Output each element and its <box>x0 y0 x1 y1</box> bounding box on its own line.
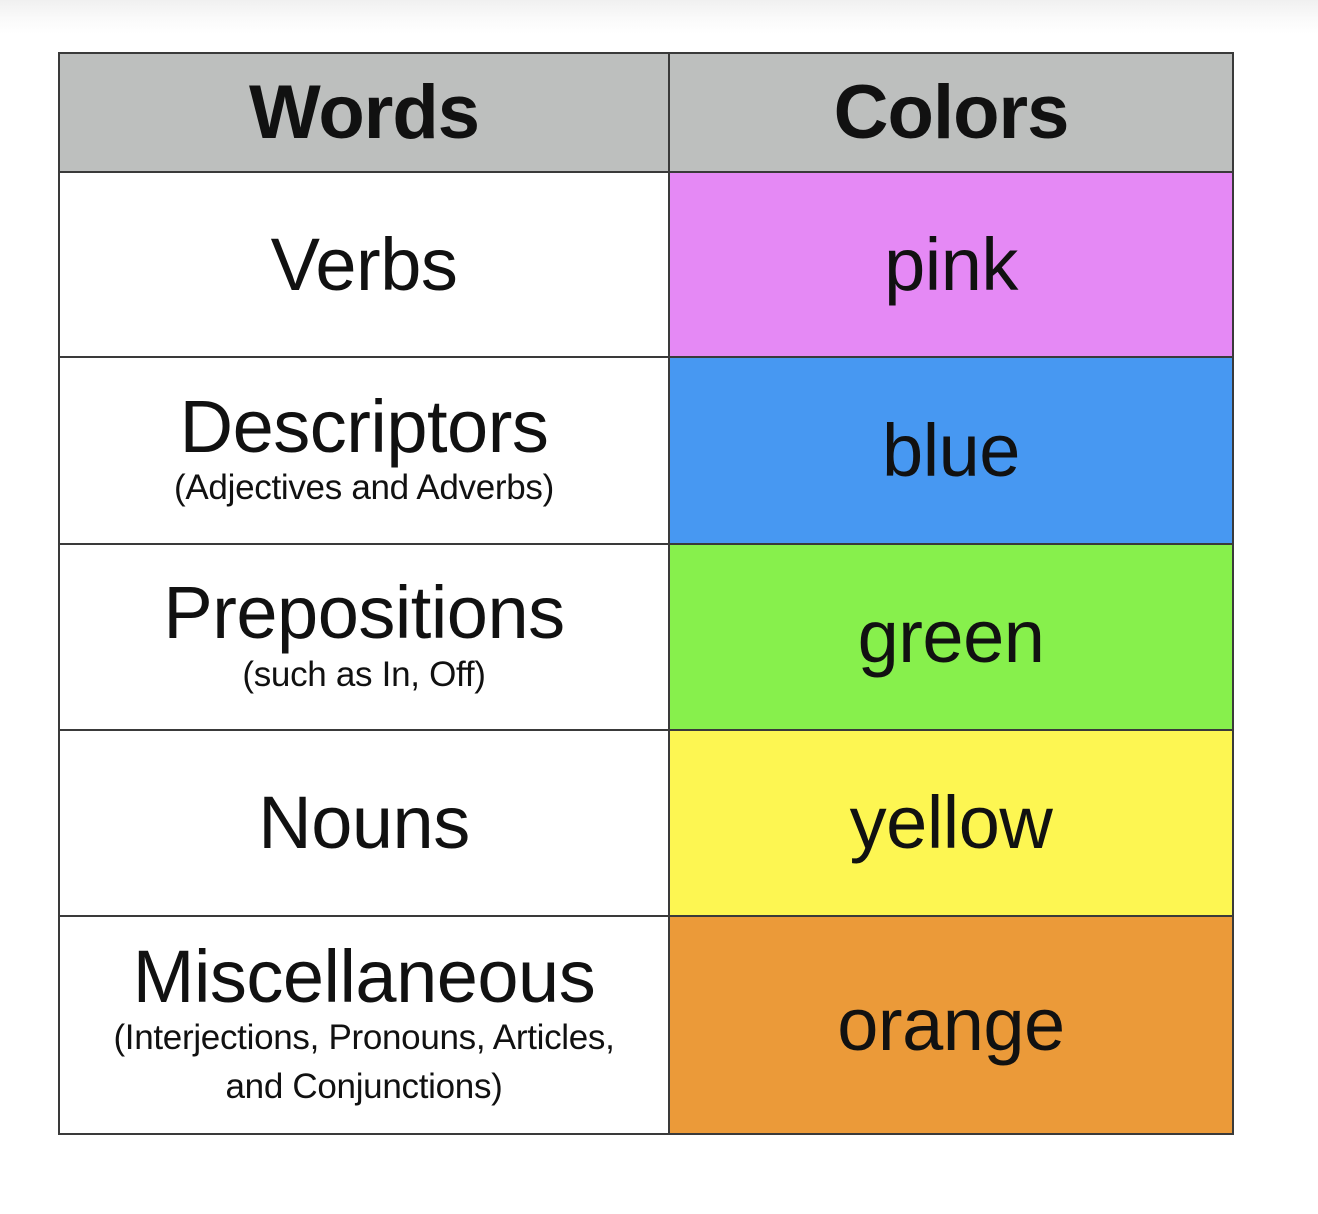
word-label: Descriptors <box>179 384 549 468</box>
color-cell: blue <box>668 356 1234 545</box>
color-cell: yellow <box>668 729 1234 917</box>
color-cell: orange <box>668 915 1234 1135</box>
word-note-line-2: and Conjunctions) <box>225 1066 503 1106</box>
table-row: Descriptors (Adjectives and Adverbs) blu… <box>58 356 1234 545</box>
table-row: Prepositions (such as In, Off) green <box>58 543 1234 731</box>
word-cell: Verbs <box>58 171 670 358</box>
table-row: Miscellaneous (Interjections, Pronouns, … <box>58 915 1234 1135</box>
header-words: Words <box>58 52 670 173</box>
word-note-line-1: (Interjections, Pronouns, Articles, <box>113 1018 615 1058</box>
word-cell: Descriptors (Adjectives and Adverbs) <box>58 356 670 545</box>
table-row: Nouns yellow <box>58 729 1234 917</box>
word-cell: Nouns <box>58 729 670 917</box>
table-row: Verbs pink <box>58 171 1234 358</box>
word-label: Prepositions <box>163 571 565 655</box>
word-note: (such as In, Off) <box>242 654 486 694</box>
word-cell: Miscellaneous (Interjections, Pronouns, … <box>58 915 670 1135</box>
word-label: Verbs <box>270 222 458 306</box>
header-colors: Colors <box>668 52 1234 173</box>
word-label: Nouns <box>258 781 470 865</box>
word-color-legend: Words Colors Verbs pink Descriptors (Adj… <box>58 52 1234 1135</box>
word-note: (Adjectives and Adverbs) <box>174 468 554 508</box>
color-cell: green <box>668 543 1234 731</box>
word-label: Miscellaneous <box>132 934 596 1018</box>
color-cell: pink <box>668 171 1234 358</box>
header-row: Words Colors <box>58 52 1234 173</box>
word-cell: Prepositions (such as In, Off) <box>58 543 670 731</box>
legend-table: Words Colors Verbs pink Descriptors (Adj… <box>58 52 1234 1135</box>
top-shadow <box>0 0 1318 34</box>
